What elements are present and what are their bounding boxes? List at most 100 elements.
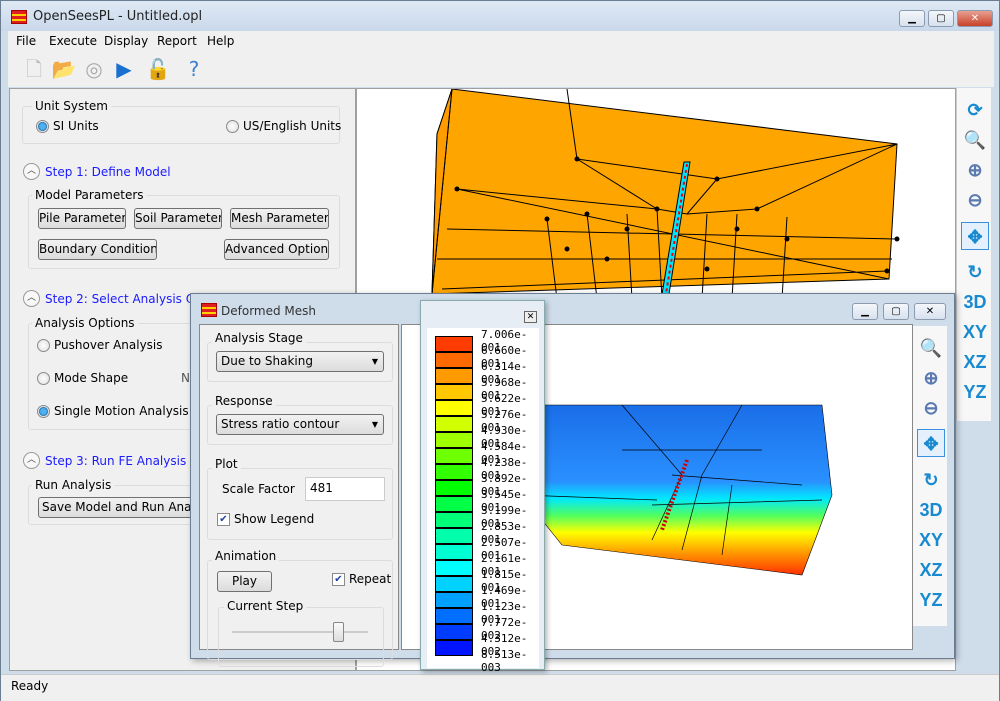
zoom-in-icon[interactable]: ⊕ (917, 364, 945, 392)
maximize-button[interactable]: ▢ (928, 10, 954, 27)
menu-execute[interactable]: Execute (49, 34, 97, 48)
rotate-icon[interactable]: ↻ (961, 258, 989, 286)
step3-title[interactable]: Step 3: Run FE Analysis (45, 454, 186, 468)
view-xy-button[interactable]: XY (917, 526, 945, 554)
zoom-fit-icon[interactable]: 🔍 (917, 334, 945, 362)
unit-system-label: Unit System (32, 99, 111, 113)
scale-factor-input[interactable]: 481 (305, 477, 385, 501)
zoom-out-icon[interactable]: ⊖ (917, 394, 945, 422)
color-legend: 7.006e-001 6.660e-001 6.314e-001 5.968e-001… (427, 328, 539, 674)
legend-swatch (435, 576, 473, 592)
dialog-controls-panel: Analysis Stage Due to Shaking ▼ Response … (199, 324, 399, 667)
boundary-conditions-button[interactable]: Boundary Conditions (38, 239, 157, 260)
pushover-radio[interactable] (37, 339, 50, 352)
step1-title[interactable]: Step 1: Define Model (45, 165, 171, 179)
collapse-step1-icon[interactable]: ︿ (23, 163, 40, 180)
toolbar: 🗋 📂 ◎ ▶ 🔓 ? (8, 51, 994, 87)
menu-display[interactable]: Display (104, 34, 148, 48)
status-text: Ready (11, 679, 49, 693)
chevron-down-icon: ▼ (371, 357, 378, 366)
legend-window: ✕ 7.006e-001 6.660e-001 6.314e-001 5.968e-0… (420, 300, 545, 674)
close-button[interactable]: ✕ (957, 10, 993, 27)
help-icon[interactable]: ? (181, 56, 207, 82)
run-icon[interactable]: ▶ (111, 56, 137, 82)
legend-swatch (435, 384, 473, 400)
response-label: Response (212, 394, 276, 408)
rotate-icon[interactable]: ↻ (917, 466, 945, 494)
title-bar: OpenSeesPL - Untitled.opl ▁ ▢ ✕ (1, 1, 999, 31)
soil-parameters-button[interactable]: Soil Parameters (134, 208, 222, 229)
legend-swatch (435, 592, 473, 608)
mode-shape-label: Mode Shape (54, 371, 129, 385)
dialog-view-toolbar: 🔍 ⊕ ⊖ ✥ ↻ 3D XY XZ YZ (913, 326, 947, 626)
zoom-out-icon[interactable]: ⊖ (961, 186, 989, 214)
cd-icon[interactable]: ◎ (81, 56, 107, 82)
collapse-step3-icon[interactable]: ︿ (23, 452, 40, 469)
repeat-label: Repeat (349, 572, 392, 586)
us-units-radio[interactable] (226, 120, 239, 133)
single-motion-radio[interactable] (37, 405, 50, 418)
mesh-parameters-button[interactable]: Mesh Parameters (230, 208, 329, 229)
chevron-down-icon: ▼ (371, 420, 378, 429)
view-3d-button[interactable]: 3D (917, 496, 945, 524)
refresh-view-icon[interactable]: ⟳ (961, 96, 989, 124)
analysis-stage-select[interactable]: Due to Shaking ▼ (216, 351, 384, 372)
collapse-step2-icon[interactable]: ︿ (23, 290, 40, 307)
menu-file[interactable]: File (16, 34, 36, 48)
scale-factor-label: Scale Factor (222, 482, 295, 496)
single-motion-label: Single Motion Analysis (54, 404, 189, 418)
analysis-stage-value: Due to Shaking (221, 354, 313, 368)
view-3d-button[interactable]: 3D (961, 288, 989, 316)
pan-icon[interactable]: ✥ (917, 429, 945, 457)
legend-swatch (435, 608, 473, 624)
view-yz-button[interactable]: YZ (917, 586, 945, 614)
menu-report[interactable]: Report (157, 34, 197, 48)
play-button[interactable]: Play (217, 571, 272, 592)
analysis-stage-label: Analysis Stage (212, 331, 306, 345)
legend-swatch (435, 544, 473, 560)
deformed-mesh-dialog: Deformed Mesh ▁ ▢ ✕ Analysis Stage Due t… (190, 293, 955, 667)
view-xz-button[interactable]: XZ (917, 556, 945, 584)
dialog-maximize-button[interactable]: ▢ (883, 303, 909, 320)
response-select[interactable]: Stress ratio contour ▼ (216, 414, 384, 435)
view-xy-button[interactable]: XY (961, 318, 989, 346)
dialog-minimize-button[interactable]: ▁ (852, 303, 878, 320)
zoom-in-icon[interactable]: ⊕ (961, 156, 989, 184)
legend-swatch (435, 352, 473, 368)
response-value: Stress ratio contour (221, 417, 340, 431)
current-step-slider-thumb[interactable] (333, 622, 345, 642)
unlock-icon[interactable]: 🔓 (145, 56, 171, 82)
open-folder-icon[interactable]: 📂 (51, 56, 77, 82)
menu-help[interactable]: Help (207, 34, 234, 48)
view-yz-button[interactable]: YZ (961, 378, 989, 406)
zoom-fit-icon[interactable]: 🔍 (961, 126, 989, 154)
legend-swatch (435, 448, 473, 464)
pan-icon[interactable]: ✥ (961, 222, 989, 250)
legend-swatch (435, 528, 473, 544)
view-xz-button[interactable]: XZ (961, 348, 989, 376)
current-step-slider-track[interactable] (232, 631, 368, 633)
dialog-logo-icon (201, 303, 217, 317)
si-units-radio[interactable] (36, 120, 49, 133)
new-file-icon[interactable]: 🗋 (21, 56, 47, 82)
analysis-options-label: Analysis Options (32, 316, 138, 330)
current-step-label: Current Step (224, 599, 307, 613)
status-bar: Ready (1, 674, 999, 701)
dialog-close-button[interactable]: ✕ (914, 303, 946, 320)
legend-swatch (435, 560, 473, 576)
legend-swatch (435, 416, 473, 432)
legend-swatch (435, 496, 473, 512)
advanced-options-button[interactable]: Advanced Options (224, 239, 329, 260)
repeat-checkbox[interactable]: ✔ (332, 573, 345, 586)
window-title: OpenSeesPL - Untitled.opl (33, 9, 203, 24)
mode-shape-radio[interactable] (37, 372, 50, 385)
pile-parameters-button[interactable]: Pile Parameters (38, 208, 126, 229)
legend-close-button[interactable]: ✕ (524, 311, 537, 323)
legend-value: 8.513e-003 (481, 648, 528, 674)
legend-swatch (435, 480, 473, 496)
si-units-label: SI Units (53, 119, 99, 133)
pushover-label: Pushover Analysis (54, 338, 163, 352)
minimize-button[interactable]: ▁ (899, 10, 925, 27)
current-step-group (218, 607, 384, 667)
show-legend-checkbox[interactable]: ✔ (217, 513, 230, 526)
